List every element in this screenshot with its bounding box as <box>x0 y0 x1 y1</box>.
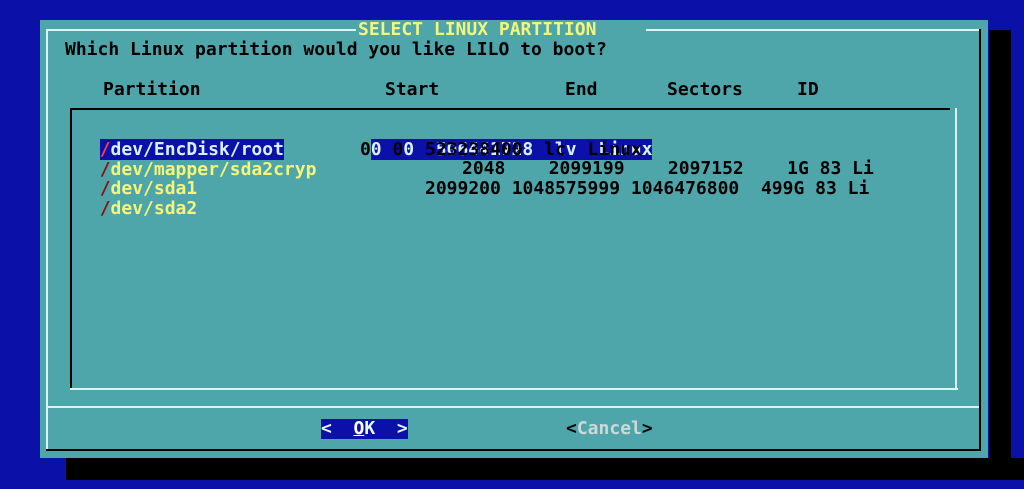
list-item-details[interactable]: 2099200 1048575999 1046476800 499G 83 Li <box>425 179 869 199</box>
list-frame-bottom <box>70 388 958 390</box>
column-partition: Partition <box>103 79 201 100</box>
button-separator <box>46 406 979 408</box>
dialog-shadow-bottom <box>66 458 1024 480</box>
dialog-prompt: Which Linux partition would you like LIL… <box>65 39 607 60</box>
cancel-button[interactable]: <Cancel> <box>566 419 653 439</box>
column-id: ID <box>797 79 819 100</box>
list-frame-top <box>70 108 950 110</box>
frame-top-right <box>646 29 980 31</box>
frame-right <box>979 29 981 451</box>
frame-bottom <box>46 449 981 451</box>
list-frame-right <box>955 108 957 390</box>
dialog-shadow-right <box>989 30 1011 480</box>
column-sectors: Sectors <box>667 79 743 100</box>
list-item-details[interactable]: 0 0 523238400 lc Linux <box>360 140 642 160</box>
list-item[interactable]: /dev/sda2 <box>78 179 198 219</box>
column-end: End <box>565 79 598 100</box>
frame-top-left <box>46 29 356 31</box>
ok-button[interactable]: < OK > <box>321 419 408 439</box>
column-start: Start <box>385 79 440 100</box>
list-item-details[interactable]: 2048 2099199 2097152 1G 83 Li <box>462 159 874 179</box>
frame-left <box>46 29 48 451</box>
list-frame-left <box>70 108 72 390</box>
dialog-title: SELECT LINUX PARTITION <box>358 19 597 40</box>
